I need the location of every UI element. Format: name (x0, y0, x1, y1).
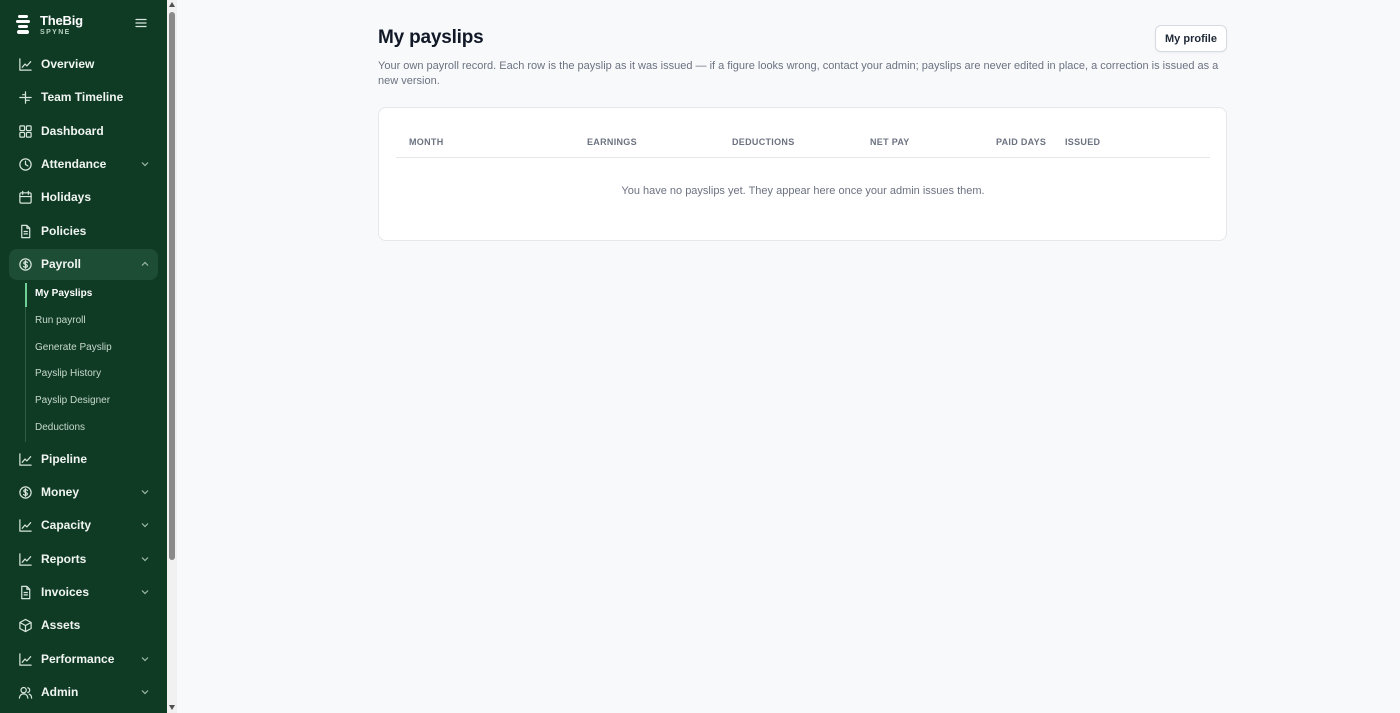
grid-icon (19, 125, 32, 138)
column-header-month[interactable]: MONTH (409, 137, 444, 147)
chevron-down-icon (141, 490, 149, 495)
sidebar-scrollbar[interactable] (167, 0, 177, 713)
sidebar-item-performance[interactable]: Performance (9, 644, 158, 675)
submenu-item-run-payroll[interactable]: Run payroll (25, 310, 155, 334)
submenu-item-label: Generate Payslip (35, 342, 112, 353)
sidebar-item-label: Money (41, 485, 80, 499)
brand-subtitle: SPYNE (40, 29, 71, 36)
sidebar-item-label: Team Timeline (41, 90, 124, 104)
sidebar-item-label: Holidays (41, 190, 92, 204)
sidebar-item-team-timeline[interactable]: Team Timeline (9, 82, 158, 113)
column-header-issued[interactable]: ISSUED (1065, 137, 1100, 147)
my-profile-button[interactable]: My profile (1155, 25, 1227, 52)
sidebar-item-label: Payroll (41, 257, 82, 271)
sidebar-item-attendance[interactable]: Attendance (9, 149, 158, 180)
chevron-up-icon (141, 261, 149, 266)
sidebar-item-pipeline[interactable]: Pipeline (9, 444, 158, 475)
sidebar-item-label: Capacity (41, 518, 92, 532)
submenu-item-payslip-designer[interactable]: Payslip Designer (25, 390, 155, 414)
line-chart-icon (19, 453, 32, 466)
sidebar-item-admin[interactable]: Admin (9, 677, 158, 708)
sidebar-item-dashboard[interactable]: Dashboard (9, 116, 158, 147)
scroll-up-arrow-icon[interactable] (169, 2, 175, 7)
sidebar-item-holidays[interactable]: Holidays (9, 182, 158, 213)
scroll-down-arrow-icon[interactable] (169, 705, 175, 710)
sidebar-item-money[interactable]: Money (9, 477, 158, 508)
submenu-item-label: Payslip History (35, 368, 102, 379)
page-title: My payslips (378, 27, 484, 48)
dollar-circle-icon (19, 258, 32, 271)
sidebar-item-label: Assets (41, 618, 81, 632)
sidebar-item-label: Admin (41, 685, 79, 699)
submenu-item-generate-payslip[interactable]: Generate Payslip (25, 337, 155, 361)
timeline-icon (19, 91, 32, 104)
sidebar-item-invoices[interactable]: Invoices (9, 577, 158, 608)
submenu-item-label: Run payroll (35, 315, 86, 326)
line-chart-icon (19, 519, 32, 532)
scrollbar-thumb[interactable] (169, 12, 175, 560)
column-header-earnings[interactable]: EARNINGS (587, 137, 637, 147)
chevron-down-icon (141, 557, 149, 562)
line-chart-icon (19, 653, 32, 666)
page-description: Your own payroll record. Each row is the… (378, 60, 1219, 87)
sidebar-item-label: Policies (41, 224, 87, 238)
sidebar-item-reports[interactable]: Reports (9, 544, 158, 575)
sidebar-item-label: Performance (41, 652, 115, 666)
logo-icon (16, 15, 30, 34)
sidebar-item-label: Attendance (41, 157, 107, 171)
users-icon (18, 686, 33, 699)
cube-icon (19, 618, 32, 633)
sidebar-item-label: Invoices (41, 585, 90, 599)
submenu-item-payslip-history[interactable]: Payslip History (25, 363, 155, 387)
calendar-icon (19, 190, 32, 204)
payslips-table-card: MONTH EARNINGS DEDUCTIONS NET PAY PAID D… (378, 107, 1227, 241)
submenu-item-my-payslips[interactable]: My Payslips (25, 283, 155, 307)
submenu-item-label: My Payslips (35, 288, 93, 299)
line-chart-icon (19, 58, 32, 71)
sidebar-item-label: Overview (41, 57, 95, 71)
empty-state-message: You have no payslips yet. They appear he… (621, 185, 985, 197)
document-icon (21, 585, 31, 600)
submenu-item-deductions[interactable]: Deductions (25, 417, 155, 441)
chevron-down-icon (141, 162, 149, 167)
menu-toggle-icon[interactable] (135, 17, 147, 29)
line-chart-icon (19, 553, 32, 566)
sidebar-item-capacity[interactable]: Capacity (9, 510, 158, 541)
brand-name: TheBig (40, 13, 83, 28)
sidebar-item-payroll[interactable]: Payroll (9, 249, 158, 280)
chevron-down-icon (141, 590, 149, 595)
chevron-down-icon (141, 657, 149, 662)
document-icon (21, 224, 31, 239)
sidebar-item-overview[interactable]: Overview (9, 49, 158, 80)
column-header-paid-days[interactable]: PAID DAYS (996, 137, 1046, 147)
table-header-divider (396, 157, 1210, 158)
sidebar-item-policies[interactable]: Policies (9, 216, 158, 247)
sidebar: TheBig SPYNE Overview Team Timeline Dash… (0, 0, 167, 713)
clock-icon (19, 158, 32, 171)
sidebar-item-label: Reports (41, 552, 87, 566)
column-header-net-pay[interactable]: NET PAY (870, 137, 910, 147)
dollar-circle-icon (19, 486, 32, 499)
submenu-item-label: Deductions (35, 422, 86, 433)
chevron-down-icon (141, 690, 149, 695)
submenu-item-label: Payslip Designer (35, 395, 111, 406)
sidebar-item-label: Dashboard (41, 124, 104, 138)
sidebar-item-label: Pipeline (41, 452, 88, 466)
column-header-deductions[interactable]: DEDUCTIONS (732, 137, 795, 147)
chevron-down-icon (141, 523, 149, 528)
sidebar-item-assets[interactable]: Assets (9, 610, 158, 641)
